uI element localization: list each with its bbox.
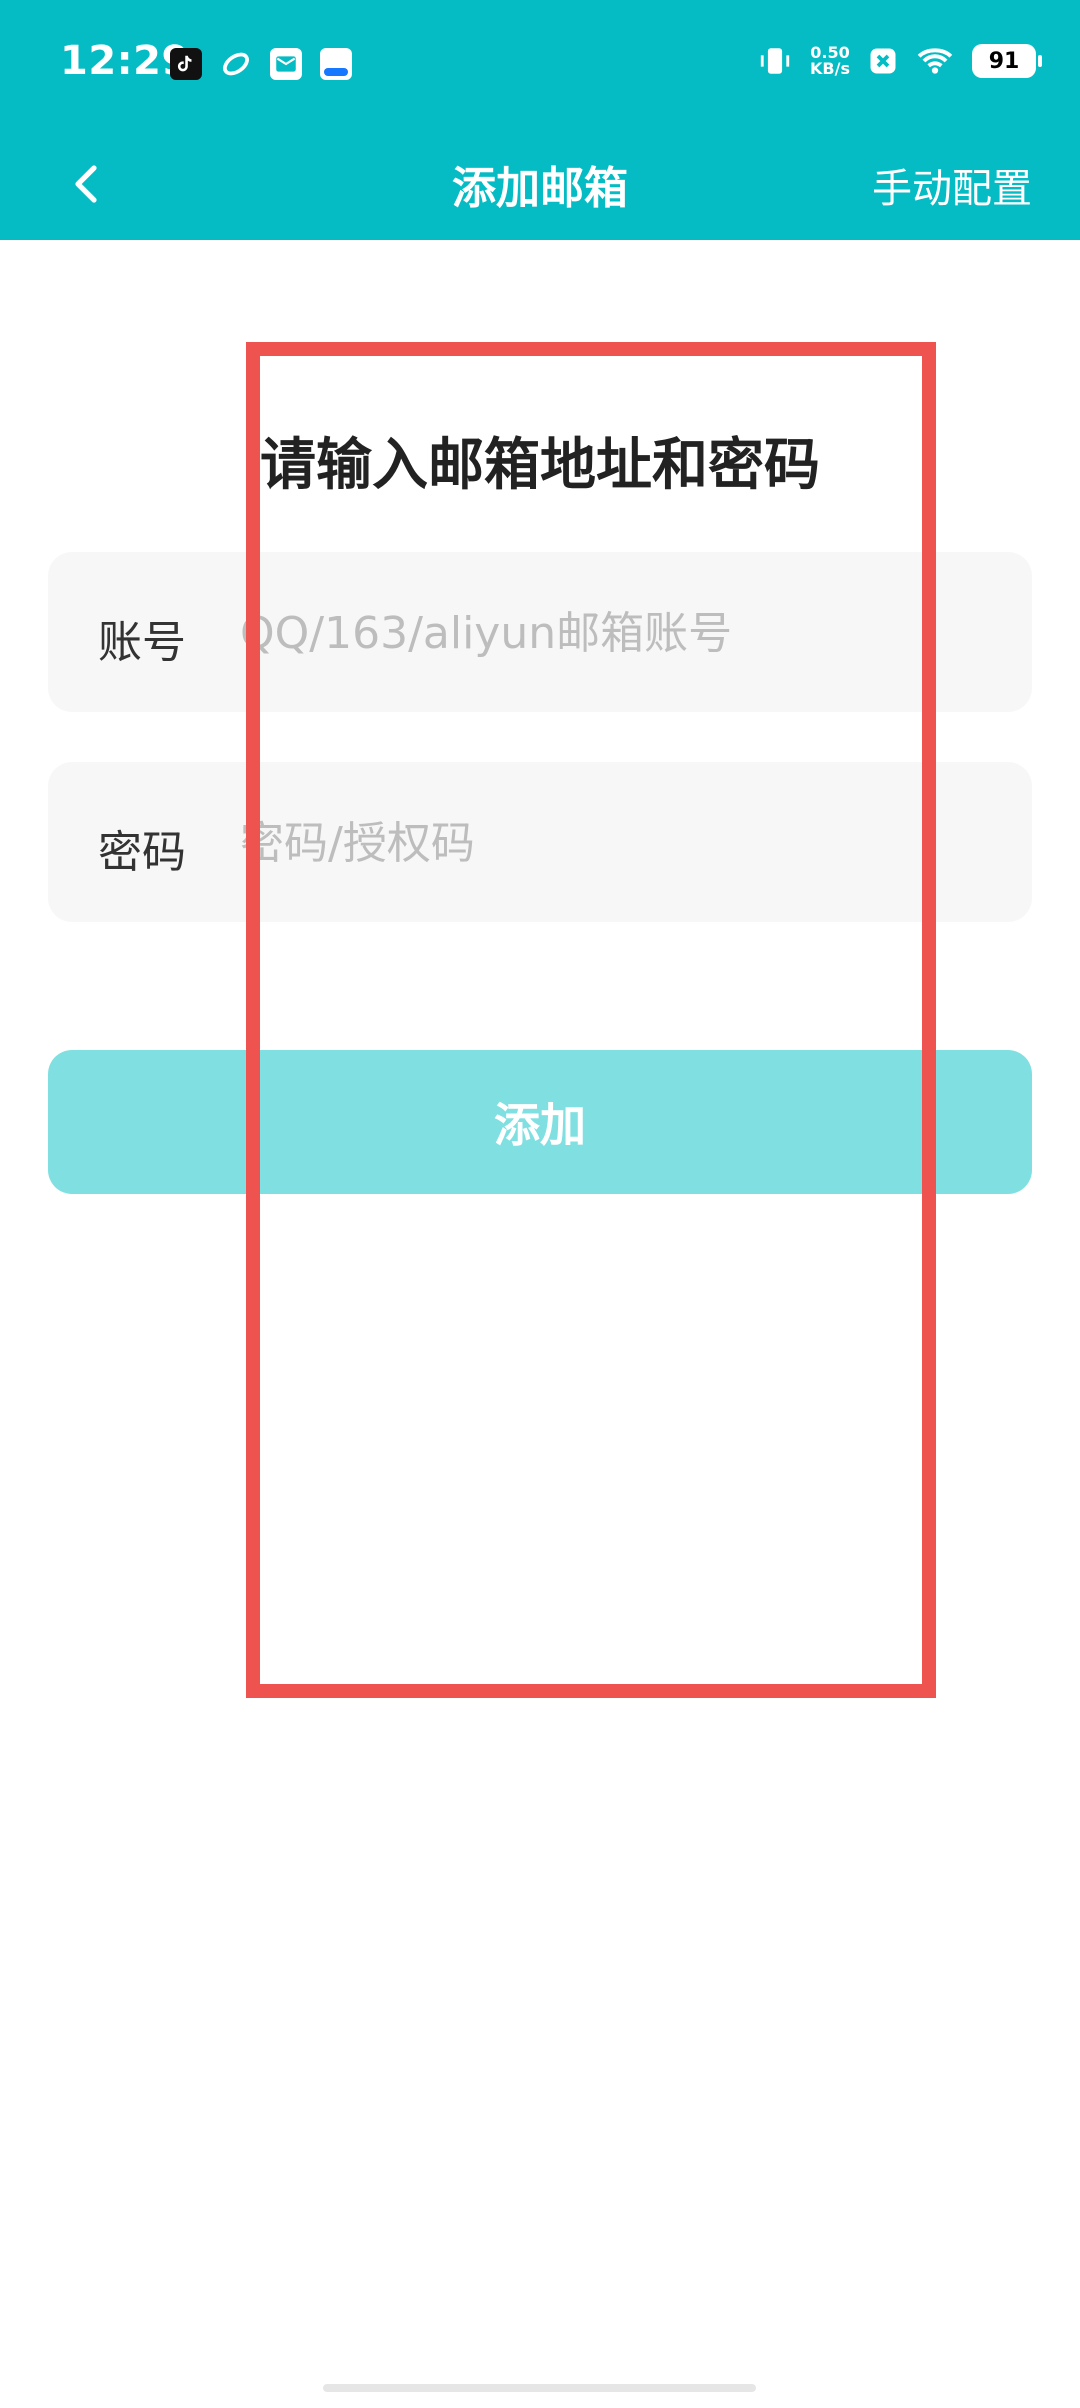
notification-blocked-icon: [870, 48, 896, 74]
status-bar: 12:29 0.50 KB/s 91: [0, 0, 1080, 128]
moon-icon: [220, 48, 252, 80]
status-icons-left: [170, 48, 352, 80]
status-icons-right: 0.50 KB/s 91: [758, 42, 1042, 80]
battery-icon: 91: [972, 44, 1042, 78]
password-input[interactable]: [238, 808, 1002, 878]
account-input[interactable]: [238, 598, 1002, 668]
home-indicator[interactable]: [323, 2384, 756, 2392]
battery-level: 91: [988, 48, 1020, 74]
password-field[interactable]: 密码: [48, 762, 1032, 922]
password-label: 密码: [98, 827, 186, 878]
account-field[interactable]: 账号: [48, 552, 1032, 712]
annotation-rectangle: [246, 342, 936, 1698]
network-speed: 0.50 KB/s: [810, 45, 850, 77]
tiktok-icon: [170, 48, 202, 80]
add-button[interactable]: 添加: [48, 1050, 1032, 1194]
nav-bar: 添加邮箱 手动配置: [0, 128, 1080, 240]
vibrate-icon: [760, 48, 790, 74]
wifi-icon: [917, 48, 953, 74]
network-speed-unit: KB/s: [810, 59, 850, 78]
tiny-app-icon: [320, 48, 352, 80]
instruction-text: 请输入邮箱地址和密码: [260, 433, 820, 498]
mail-icon: [270, 48, 302, 80]
account-label: 账号: [98, 617, 186, 668]
header: 12:29 0.50 KB/s 91 添加邮箱 手动配置: [0, 0, 1080, 240]
manual-config-button[interactable]: 手动配置: [872, 156, 1032, 214]
